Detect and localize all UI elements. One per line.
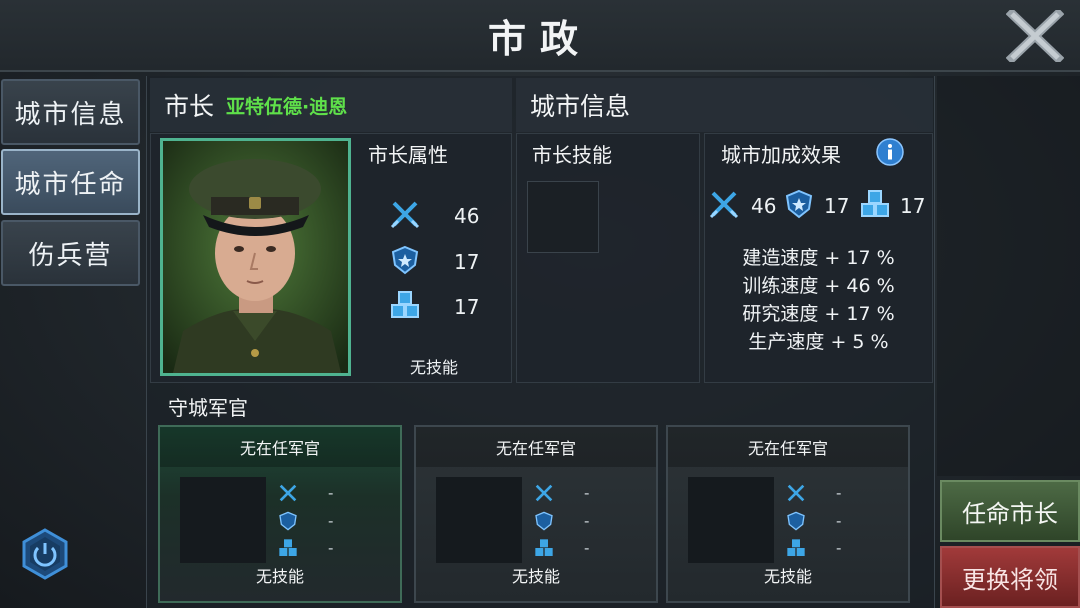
officer-title: 无在任军官 (416, 427, 656, 467)
bonus-attack-stat: 46 (709, 189, 776, 223)
sword-icon (709, 189, 739, 223)
garrison-header: 守城军官 (150, 388, 933, 424)
bonus-build-speed: 建造速度 + 17 % (742, 247, 895, 269)
officer-title: 无在任军官 (160, 427, 400, 467)
mayor-resource-stat: 17 (390, 290, 479, 324)
bonus-train-speed: 训练速度 + 46 % (742, 275, 895, 297)
mayor-resource-value: 17 (454, 295, 480, 319)
close-icon[interactable] (1005, 7, 1065, 65)
officer-resource-stat: - (278, 538, 358, 558)
mayor-skill-panel (516, 133, 700, 383)
crate-icon (279, 539, 297, 556)
officer-resource-stat: - (534, 538, 614, 558)
mayor-skill-title: 市长技能 (532, 143, 612, 167)
officer-defense-value: - (836, 512, 842, 530)
sword-icon (279, 484, 297, 502)
officer-skill-text: 无技能 (255, 567, 304, 586)
officer-attack-value: - (584, 484, 590, 502)
officer-slot-3[interactable]: 无在任军官 - - - 无技能 (666, 425, 910, 603)
shield-icon (784, 189, 814, 223)
tab-city-appoint[interactable]: 城市任命 (1, 149, 140, 215)
officer-skill-text: 无技能 (511, 567, 560, 586)
mayor-attack-value: 46 (454, 204, 480, 228)
officer-skill-text: 无技能 (763, 567, 812, 586)
change-general-button[interactable]: 更换将领 (940, 546, 1080, 608)
garrison-title: 守城军官 (168, 395, 248, 420)
crate-icon (535, 539, 553, 556)
sword-icon (787, 484, 805, 502)
bonus-production-speed: 生产速度 + 5 % (748, 331, 889, 353)
bonus-research-speed: 研究速度 + 17 % (742, 303, 895, 325)
crate-icon (860, 189, 890, 223)
officer-defense-stat: - (534, 511, 614, 531)
officer-portrait-empty (688, 477, 774, 563)
officer-attack-value: - (836, 484, 842, 502)
officer-defense-stat: - (786, 511, 866, 531)
bonus-defense-value: 17 (824, 194, 850, 218)
officer-title: 无在任军官 (668, 427, 908, 467)
mayor-attack-stat: 46 (390, 199, 479, 233)
page-title: 市政 (487, 17, 592, 61)
bonus-resource-value: 17 (900, 194, 926, 218)
officer-attack-stat: - (534, 483, 614, 503)
sword-icon (535, 484, 553, 502)
power-icon[interactable] (22, 528, 68, 580)
mayor-label: 市长 (164, 92, 215, 121)
city-info-header: 城市信息 (516, 78, 933, 132)
shield-icon (390, 245, 420, 279)
officer-defense-stat: - (278, 511, 358, 531)
tab-city-info[interactable]: 城市信息 (1, 79, 140, 145)
mayor-defense-stat: 17 (390, 245, 479, 279)
skill-slot[interactable] (527, 181, 599, 253)
officer-resource-value: - (584, 539, 590, 557)
mayor-skill-text: 无技能 (410, 358, 459, 377)
mayor-portrait[interactable] (160, 138, 351, 376)
officer-portrait-empty (436, 477, 522, 563)
sword-icon (390, 199, 420, 233)
city-bonus-title: 城市加成效果 (721, 143, 841, 167)
bonus-defense-stat: 17 (784, 189, 849, 223)
mayor-name[interactable]: 亚特伍德·迪恩 (226, 92, 347, 119)
officer-portrait-empty (180, 477, 266, 563)
right-strip (937, 76, 1080, 476)
city-info-label: 城市信息 (530, 92, 631, 121)
officer-attack-stat: - (278, 483, 358, 503)
officer-resource-value: - (328, 539, 334, 557)
officer-slot-1[interactable]: 无在任军官 - - - 无技能 (158, 425, 402, 603)
bonus-resource-stat: 17 (860, 189, 925, 223)
appoint-mayor-button[interactable]: 任命市长 (940, 480, 1080, 542)
officer-defense-value: - (328, 512, 334, 530)
officer-resource-stat: - (786, 538, 866, 558)
tab-infirmary[interactable]: 伤兵营 (1, 220, 140, 286)
shield-icon (535, 511, 553, 531)
officer-defense-value: - (584, 512, 590, 530)
shield-icon (279, 511, 297, 531)
info-icon[interactable] (876, 138, 904, 170)
officer-attack-stat: - (786, 483, 866, 503)
mayor-header: 市长 亚特伍德·迪恩 (150, 78, 512, 132)
crate-icon (390, 290, 420, 324)
crate-icon (787, 539, 805, 556)
officer-attack-value: - (328, 484, 334, 502)
officer-slot-2[interactable]: 无在任军官 - - - 无技能 (414, 425, 658, 603)
bonus-attack-value: 46 (751, 194, 777, 218)
officer-resource-value: - (836, 539, 842, 557)
mayor-attributes-title: 市长属性 (368, 143, 448, 167)
shield-icon (787, 511, 805, 531)
mayor-defense-value: 17 (454, 250, 480, 274)
